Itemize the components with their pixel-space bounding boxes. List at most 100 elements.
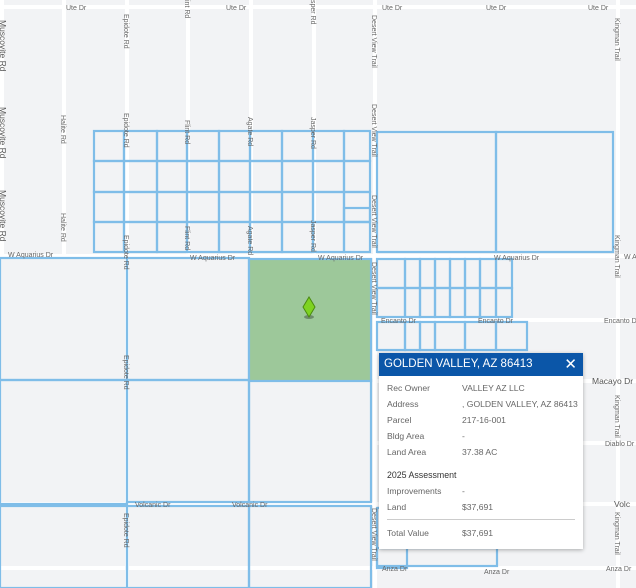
parcel-outline[interactable]: [463, 286, 482, 319]
street-label: Diablo Dr: [605, 441, 635, 448]
parcel-outline[interactable]: [418, 257, 437, 290]
parcel-outline[interactable]: [248, 159, 284, 194]
parcel-outline[interactable]: [248, 129, 284, 163]
parcel-outline[interactable]: [217, 220, 252, 254]
parcel-outline[interactable]: [155, 159, 189, 194]
parcel-outline[interactable]: [155, 190, 189, 224]
street-label: Epidote Rd: [122, 113, 129, 148]
street-label: Encanto Dr: [478, 318, 514, 325]
parcel-outline[interactable]: [92, 129, 126, 163]
street-label: Volcanic Dr: [135, 502, 171, 509]
parcel-outline[interactable]: [311, 159, 346, 194]
street-label: Flint Rd: [183, 226, 190, 250]
parcel-outline[interactable]: [433, 257, 452, 290]
parcel-outline[interactable]: [247, 504, 373, 588]
parcel-outline[interactable]: [125, 378, 251, 504]
parcel-outline[interactable]: [217, 190, 252, 224]
parcel-outline[interactable]: [375, 257, 407, 290]
parcel-outline[interactable]: [375, 546, 499, 568]
parcel-outline[interactable]: [418, 320, 437, 352]
parcel-outline[interactable]: [463, 257, 482, 290]
parcel-outline[interactable]: [494, 257, 514, 290]
field-land: Land $37,691: [387, 502, 494, 512]
parcel-outline[interactable]: [247, 378, 373, 504]
street-label: Jasper Rd: [309, 117, 316, 149]
street-label: Desert View Trail: [370, 262, 377, 315]
street-label: W Aquarius Dr: [190, 255, 236, 262]
parcel-outline[interactable]: [92, 220, 126, 254]
street-label: W Aquarius Dr: [494, 255, 540, 262]
street-label: sper Rd: [309, 0, 316, 25]
street-label: Halite Rd: [59, 213, 66, 242]
parcel-outline[interactable]: [342, 129, 372, 163]
popup-header: GOLDEN VALLEY, AZ 86413 ✕: [379, 353, 583, 376]
parcel-outline[interactable]: [155, 220, 189, 254]
parcel-outline[interactable]: [0, 378, 129, 506]
parcel-outline[interactable]: [280, 220, 315, 254]
street-label-muscovite: Muscovite Rd: [0, 20, 8, 72]
parcel-outline[interactable]: [403, 257, 422, 290]
parcel-outline[interactable]: [375, 286, 407, 319]
parcel-outline[interactable]: [478, 286, 498, 319]
parcel-outline[interactable]: [403, 286, 422, 319]
parcel-outline[interactable]: [280, 190, 315, 224]
parcel-outline[interactable]: [248, 220, 284, 254]
street-label: Ute Dr: [588, 5, 609, 12]
parcel-outline[interactable]: [185, 159, 221, 194]
parcel-outline[interactable]: [311, 220, 346, 254]
parcel-outline[interactable]: [217, 129, 252, 163]
parcel-outline[interactable]: [433, 320, 467, 352]
parcel-outline[interactable]: [342, 206, 372, 224]
parcel-outline[interactable]: [185, 190, 221, 224]
parcel-outline[interactable]: [375, 130, 498, 254]
parcel-outline[interactable]: [0, 256, 129, 382]
street-label: Ute Dr: [226, 5, 247, 12]
parcel-outline[interactable]: [217, 159, 252, 194]
field-rec-owner: Rec Owner VALLEY AZ LLC: [387, 383, 525, 393]
parcel-outline[interactable]: [92, 159, 126, 194]
street-label: Encanto Dr: [381, 318, 417, 325]
parcel-outline[interactable]: [311, 129, 346, 163]
selected-parcel[interactable]: [247, 257, 373, 383]
field-bldg-area: Bldg Area -: [387, 431, 465, 441]
street-label-volcanic: Volc: [614, 499, 631, 509]
parcel-outline[interactable]: [280, 129, 315, 163]
close-icon[interactable]: ✕: [564, 353, 577, 376]
parcel-outline[interactable]: [375, 320, 407, 352]
parcel-outline[interactable]: [433, 286, 452, 319]
street-label: Encanto Dr: [604, 318, 636, 325]
field-address: Address, GOLDEN VALLEY, AZ 86413: [387, 399, 578, 409]
assessment-heading: 2025 Assessment: [387, 470, 457, 480]
divider: [387, 519, 575, 520]
parcel-outline[interactable]: [185, 220, 221, 254]
parcel-outline[interactable]: [342, 220, 372, 254]
street-label: Ute Dr: [382, 5, 403, 12]
parcel-outline[interactable]: [494, 130, 615, 254]
parcel-outline[interactable]: [155, 129, 189, 163]
parcel-outline[interactable]: [494, 320, 529, 352]
parcel-outline[interactable]: [403, 320, 422, 352]
parcel-outline[interactable]: [311, 190, 346, 224]
street-label: Volcanic Dr: [232, 502, 268, 509]
street-label: Ute Dr: [66, 5, 87, 12]
street-label: Agate Rd: [246, 226, 253, 255]
parcel-outline[interactable]: [418, 286, 437, 319]
parcel-outline[interactable]: [248, 190, 284, 224]
parcel-outline[interactable]: [125, 504, 251, 588]
street-label: Desert View Trail: [370, 15, 377, 68]
parcel-popup: GOLDEN VALLEY, AZ 86413 ✕ Rec Owner VALLE…: [379, 353, 583, 549]
parcel-outline[interactable]: [92, 190, 126, 224]
field-improvements: Improvements -: [387, 486, 465, 496]
parcel-outline[interactable]: [448, 257, 467, 290]
street-label: Kingman Trail: [613, 512, 620, 555]
parcel-outline[interactable]: [0, 504, 129, 588]
parcel-outline[interactable]: [463, 320, 498, 352]
parcel-outline[interactable]: [342, 159, 372, 194]
parcel-outline[interactable]: [280, 159, 315, 194]
parcel-outline[interactable]: [185, 129, 221, 163]
parcel-outline[interactable]: [478, 257, 498, 290]
street-label: Kingman Trail: [613, 18, 620, 61]
parcel-outline[interactable]: [125, 256, 251, 382]
parcel-outline[interactable]: [494, 286, 514, 319]
parcel-outline[interactable]: [448, 286, 467, 319]
